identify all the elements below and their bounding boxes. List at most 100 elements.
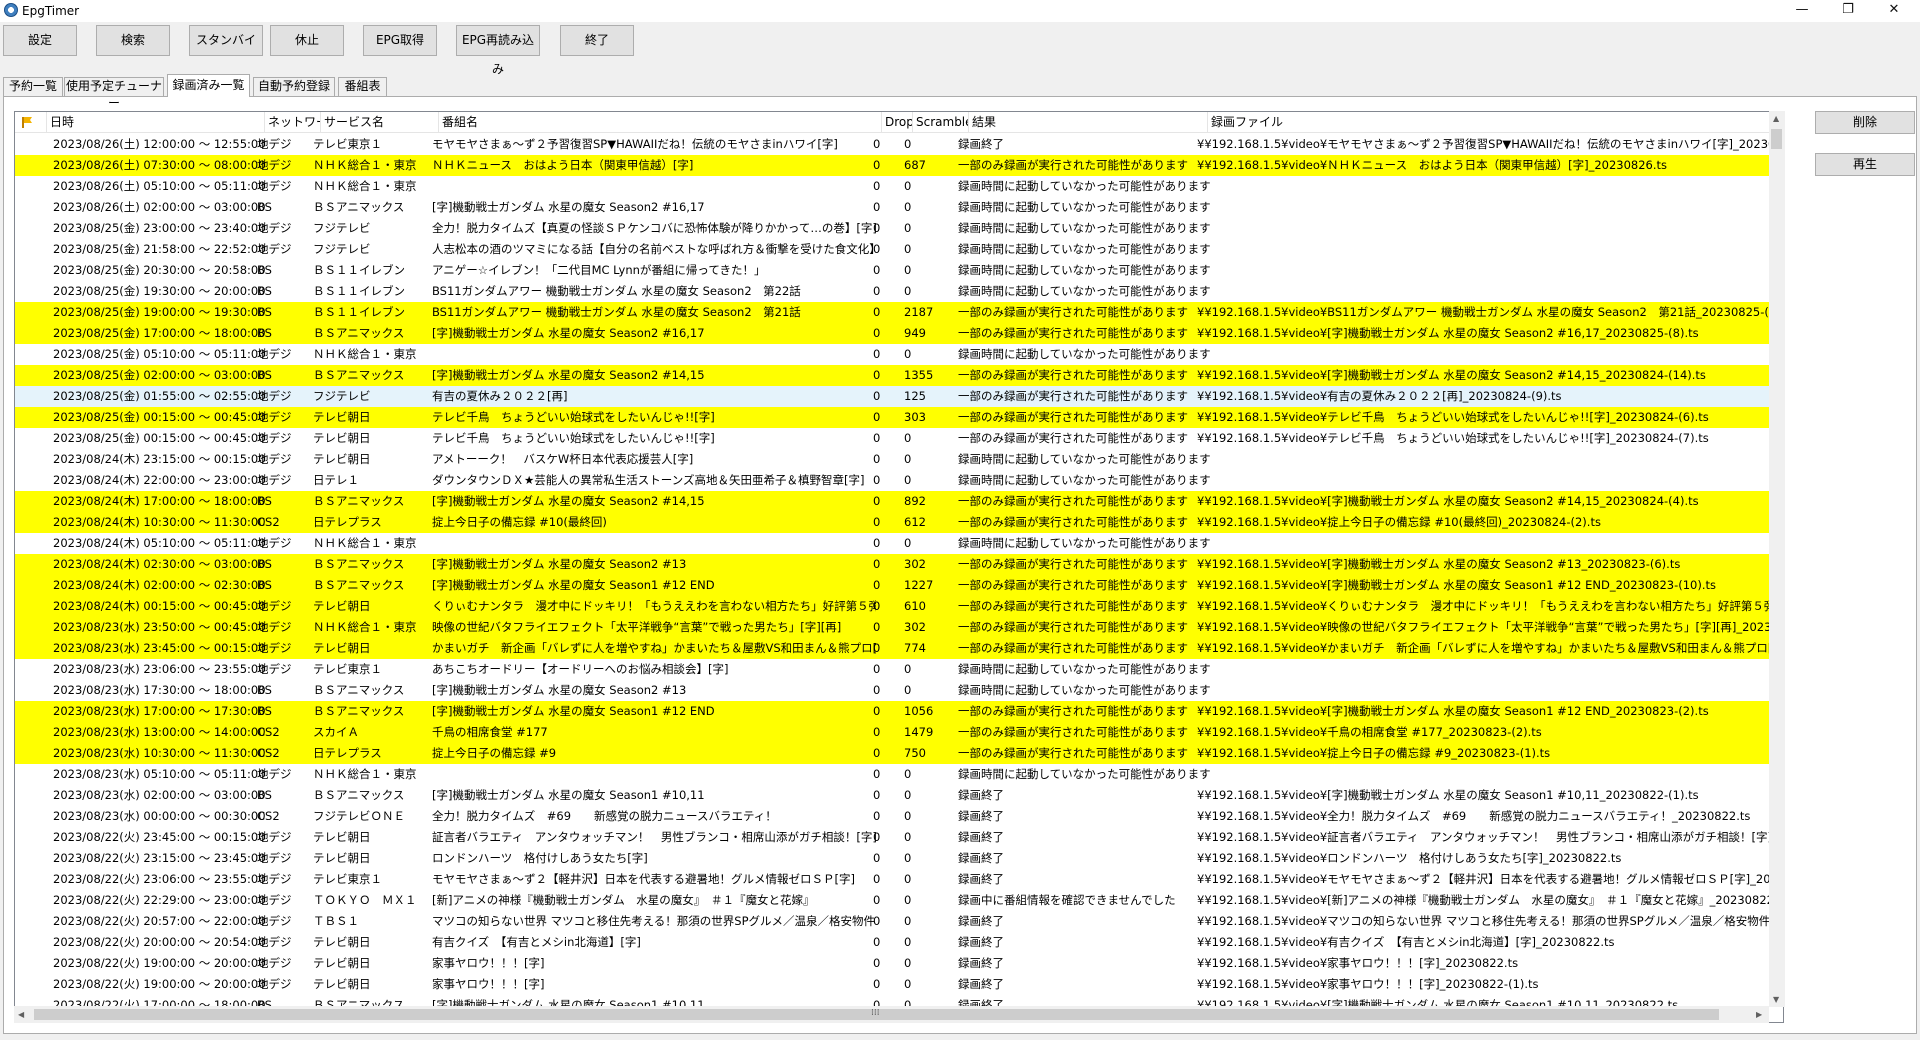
- row-file: ¥¥192.168.1.5¥video¥モヤモヤさまぁ〜ず２予習復習SP▼HAW…: [1197, 137, 1784, 151]
- row-drop: 0: [873, 494, 881, 508]
- table-row[interactable]: 2023/08/24(木) 23:15:00 〜 00:15:00 地デジ テレビ朝…: [15, 449, 1783, 470]
- table-row[interactable]: 2023/08/25(金) 05:10:00 〜 05:11:00 地デジ ＮＨＫ総…: [15, 344, 1783, 365]
- tab-recorded[interactable]: 録画済み一覧: [167, 74, 250, 97]
- row-title: 家事ヤロウ！！！[字]: [432, 956, 545, 970]
- table-row[interactable]: 2023/08/23(水) 10:30:00 〜 11:30:00 CS2 日テレプ…: [15, 743, 1783, 764]
- table-row[interactable]: 2023/08/25(金) 00:15:00 〜 00:45:00 地デジ テレビ朝…: [15, 428, 1783, 449]
- header-datetime[interactable]: 日時: [47, 112, 265, 132]
- standby-button[interactable]: スタンバイ: [189, 25, 263, 56]
- header-title[interactable]: 番組名: [439, 112, 882, 132]
- table-row[interactable]: 2023/08/22(火) 23:15:00 〜 23:45:00 地デジ テレビ朝…: [15, 848, 1783, 869]
- header-service[interactable]: サービス名: [321, 112, 439, 132]
- table-row[interactable]: 2023/08/25(金) 00:15:00 〜 00:45:00 地デジ テレビ朝…: [15, 407, 1783, 428]
- vertical-scroll-thumb[interactable]: [1771, 129, 1782, 149]
- row-service: テレビ朝日: [313, 599, 371, 613]
- table-row[interactable]: 2023/08/22(火) 19:00:00 〜 20:00:00 地デジ テレビ朝…: [15, 953, 1783, 974]
- header-flag-column[interactable]: [15, 112, 47, 132]
- row-service: ＴＢＳ１: [313, 914, 359, 928]
- table-row[interactable]: 2023/08/22(火) 20:57:00 〜 22:00:00 地デジ ＴＢＳ１…: [15, 911, 1783, 932]
- table-row[interactable]: 2023/08/24(木) 02:30:00 〜 03:00:00 BS ＢＳアニマ…: [15, 554, 1783, 575]
- exit-button[interactable]: 終了: [560, 25, 634, 56]
- row-scramble: 1355: [904, 368, 934, 382]
- row-drop: 0: [873, 956, 881, 970]
- row-file: [1197, 533, 1783, 554]
- table-row[interactable]: 2023/08/22(火) 23:45:00 〜 00:15:00 地デジ テレビ朝…: [15, 827, 1783, 848]
- hibernate-button[interactable]: 休止: [270, 25, 344, 56]
- minimize-button[interactable]: —: [1779, 0, 1825, 22]
- table-row[interactable]: 2023/08/24(木) 05:10:00 〜 05:11:00 地デジ ＮＨＫ総…: [15, 533, 1783, 554]
- row-scramble: 0: [904, 788, 912, 802]
- header-drop[interactable]: Drop: [882, 112, 913, 132]
- table-row[interactable]: 2023/08/24(木) 02:00:00 〜 02:30:00 BS ＢＳアニマ…: [15, 575, 1783, 596]
- table-row[interactable]: 2023/08/25(金) 21:58:00 〜 22:52:00 地デジ フジテレ…: [15, 239, 1783, 260]
- epg-fetch-button[interactable]: EPG取得: [363, 25, 437, 56]
- epg-reload-button[interactable]: EPG再読み込み: [456, 25, 540, 76]
- table-row[interactable]: 2023/08/22(火) 22:29:00 〜 23:00:00 地デジ ＴＯＫＹ…: [15, 890, 1783, 911]
- scroll-down-icon[interactable]: ▼: [1773, 995, 1779, 1004]
- table-row[interactable]: 2023/08/24(木) 00:15:00 〜 00:45:00 地デジ テレビ朝…: [15, 596, 1783, 617]
- table-row[interactable]: 2023/08/26(土) 05:10:00 〜 05:11:00 地デジ ＮＨＫ総…: [15, 176, 1783, 197]
- table-row[interactable]: 2023/08/23(水) 23:50:00 〜 00:45:00 地デジ ＮＨＫ総…: [15, 617, 1783, 638]
- table-row[interactable]: 2023/08/26(土) 12:00:00 〜 12:55:00 地デジ テレビ東…: [15, 134, 1784, 155]
- row-result: 録画中に番組情報を確認できませんでした: [958, 893, 1176, 907]
- row-network: 地デジ: [257, 914, 292, 928]
- delete-button[interactable]: 削除: [1815, 111, 1915, 134]
- row-datetime: 2023/08/24(木) 17:00:00 〜 18:00:00: [53, 494, 266, 508]
- scroll-up-icon[interactable]: ▲: [1773, 114, 1779, 123]
- table-row[interactable]: 2023/08/26(土) 02:00:00 〜 03:00:00 BS ＢＳアニマ…: [15, 197, 1783, 218]
- table-row[interactable]: 2023/08/23(水) 17:00:00 〜 17:30:00 BS ＢＳアニマ…: [15, 701, 1783, 722]
- table-row[interactable]: 2023/08/25(金) 19:00:00 〜 19:30:00 BS ＢＳ１１イ…: [15, 302, 1783, 323]
- row-scramble: 0: [904, 179, 912, 193]
- row-result: 録画終了: [958, 956, 1004, 970]
- row-title: 証言者バラエティ アンタウォッチマン！ 男性ブランコ・相席山添がガチ相談！[字]: [432, 830, 876, 844]
- tab-tuners[interactable]: 使用予定チューナー: [64, 77, 164, 110]
- settings-button[interactable]: 設定: [3, 25, 77, 56]
- play-button[interactable]: 再生: [1815, 153, 1915, 176]
- table-row[interactable]: 2023/08/22(火) 20:00:00 〜 20:54:00 地デジ テレビ朝…: [15, 932, 1783, 953]
- table-row[interactable]: 2023/08/23(水) 02:00:00 〜 03:00:00 BS ＢＳアニマ…: [15, 785, 1783, 806]
- table-row[interactable]: 2023/08/24(木) 10:30:00 〜 11:30:00 CS2 日テレプ…: [15, 512, 1783, 533]
- row-network: 地デジ: [257, 599, 292, 613]
- table-row[interactable]: 2023/08/25(金) 23:00:00 〜 23:40:00 地デジ フジテレ…: [15, 218, 1783, 239]
- vertical-scrollbar[interactable]: ▲ ▼: [1769, 111, 1785, 1007]
- tab-reservations[interactable]: 予約一覧: [3, 77, 63, 96]
- row-network: CS2: [257, 746, 280, 760]
- horizontal-scrollbar[interactable]: ◀ ⁞⁞⁞ ▶: [14, 1006, 1769, 1023]
- row-title: [432, 176, 876, 197]
- row-title: BS11ガンダムアワー 機動戦士ガンダム 水星の魔女 Season2 第21話: [432, 305, 801, 319]
- table-row[interactable]: 2023/08/25(金) 17:00:00 〜 18:00:00 BS ＢＳアニマ…: [15, 323, 1783, 344]
- restore-button[interactable]: ❐: [1825, 0, 1871, 22]
- row-result: 一部のみ録画が実行された可能性があります: [958, 746, 1188, 760]
- search-button[interactable]: 検索: [96, 25, 170, 56]
- table-row[interactable]: 2023/08/22(火) 19:00:00 〜 20:00:00 地デジ テレビ朝…: [15, 974, 1783, 995]
- row-service: テレビ朝日: [313, 452, 371, 466]
- table-row[interactable]: 2023/08/23(水) 13:00:00 〜 14:00:00 CS2 スカイＡ…: [15, 722, 1783, 743]
- header-file[interactable]: 録画ファイル: [1208, 112, 1783, 132]
- scroll-right-icon[interactable]: ▶: [1756, 1010, 1762, 1019]
- close-button[interactable]: ✕: [1871, 0, 1917, 22]
- table-row[interactable]: 2023/08/25(金) 02:00:00 〜 03:00:00 BS ＢＳアニマ…: [15, 365, 1783, 386]
- tab-auto-reserve[interactable]: 自動予約登録: [253, 77, 335, 96]
- table-row[interactable]: 2023/08/23(水) 17:30:00 〜 18:00:00 BS ＢＳアニマ…: [15, 680, 1783, 701]
- table-row[interactable]: 2023/08/23(水) 00:00:00 〜 00:30:00 CS2 フジテレ…: [15, 806, 1783, 827]
- tab-epg[interactable]: 番組表: [338, 77, 387, 96]
- header-network[interactable]: ネットワーク: [265, 112, 321, 132]
- table-row[interactable]: 2023/08/24(木) 22:00:00 〜 23:00:00 地デジ 日テレ１…: [15, 470, 1783, 491]
- scroll-left-icon[interactable]: ◀: [18, 1010, 24, 1019]
- row-network: BS: [257, 200, 272, 214]
- table-row[interactable]: 2023/08/25(金) 01:55:00 〜 02:55:00 地デジ フジテレ…: [15, 386, 1783, 407]
- table-row[interactable]: 2023/08/25(金) 20:30:00 〜 20:58:00 BS ＢＳ１１イ…: [15, 260, 1783, 281]
- table-row[interactable]: 2023/08/24(木) 17:00:00 〜 18:00:00 BS ＢＳアニマ…: [15, 491, 1783, 512]
- row-result: 録画終了: [958, 977, 1004, 991]
- table-row[interactable]: 2023/08/23(水) 23:06:00 〜 23:55:00 地デジ テレビ東…: [15, 659, 1783, 680]
- row-service: テレビ東京１: [313, 137, 382, 151]
- row-result: 録画終了: [958, 137, 1004, 151]
- row-network: 地デジ: [257, 641, 292, 655]
- table-row[interactable]: 2023/08/23(水) 05:10:00 〜 05:11:00 地デジ ＮＨＫ総…: [15, 764, 1783, 785]
- table-row[interactable]: 2023/08/26(土) 07:30:00 〜 08:00:00 地デジ ＮＨＫ総…: [15, 155, 1783, 176]
- table-row[interactable]: 2023/08/23(水) 23:45:00 〜 00:15:00 地デジ テレビ朝…: [15, 638, 1783, 659]
- header-result[interactable]: 結果: [969, 112, 1208, 132]
- table-row[interactable]: 2023/08/22(火) 23:06:00 〜 23:55:00 地デジ テレビ東…: [15, 869, 1783, 890]
- table-row[interactable]: 2023/08/25(金) 19:30:00 〜 20:00:00 BS ＢＳ１１イ…: [15, 281, 1783, 302]
- header-scramble[interactable]: Scramble: [913, 112, 969, 132]
